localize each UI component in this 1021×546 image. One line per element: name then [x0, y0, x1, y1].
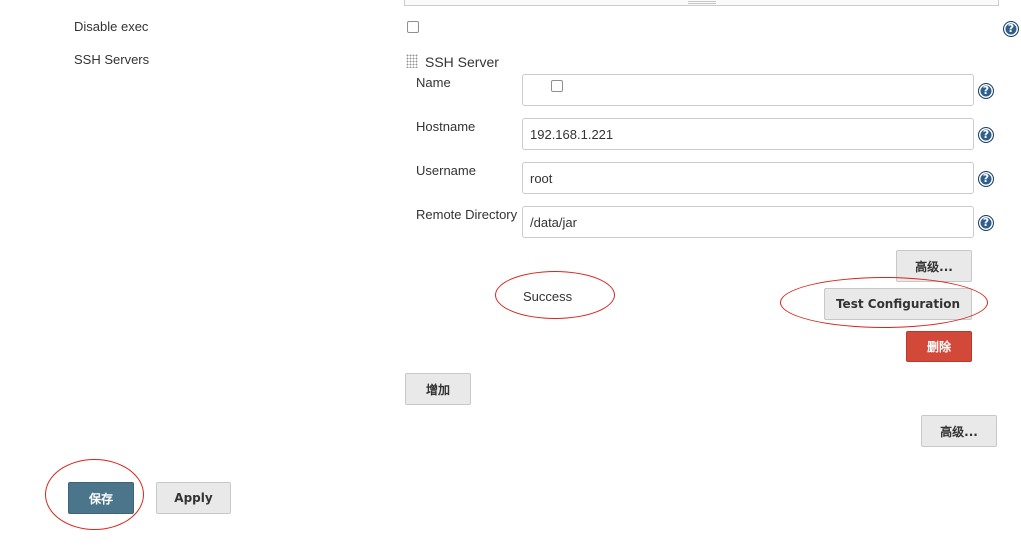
- advanced-button-bottom[interactable]: 高级...: [921, 415, 997, 447]
- ssh-server-section-title: SSH Server: [425, 54, 499, 70]
- resize-grip[interactable]: [688, 1, 716, 4]
- test-status-text: Success: [523, 289, 573, 304]
- save-button[interactable]: 保存: [68, 482, 134, 514]
- add-server-button[interactable]: 增加: [405, 373, 471, 405]
- drag-handle-icon[interactable]: [406, 54, 418, 68]
- disable-exec-checkbox[interactable]: [407, 21, 419, 33]
- ssh-servers-label: SSH Servers: [74, 52, 150, 67]
- remote-directory-label: Remote Directory: [416, 207, 518, 222]
- name-overlay-checkbox[interactable]: [551, 80, 563, 92]
- username-label: Username: [416, 163, 476, 178]
- name-input[interactable]: [522, 74, 974, 106]
- apply-button[interactable]: Apply: [156, 482, 231, 514]
- help-icon[interactable]: ?: [978, 83, 994, 99]
- remote-directory-input[interactable]: [522, 206, 974, 238]
- delete-server-button[interactable]: 删除: [906, 331, 972, 362]
- advanced-button[interactable]: 高级...: [896, 250, 972, 282]
- help-icon[interactable]: ?: [978, 127, 994, 143]
- hostname-label: Hostname: [416, 119, 476, 134]
- help-icon[interactable]: ?: [1003, 21, 1019, 37]
- test-configuration-button[interactable]: Test Configuration: [824, 288, 972, 320]
- name-label: Name: [416, 75, 451, 90]
- top-section-frame: [404, 0, 999, 6]
- hostname-input[interactable]: [522, 118, 974, 150]
- disable-exec-label: Disable exec: [74, 19, 149, 34]
- help-icon[interactable]: ?: [978, 171, 994, 187]
- help-icon[interactable]: ?: [978, 215, 994, 231]
- username-input[interactable]: [522, 162, 974, 194]
